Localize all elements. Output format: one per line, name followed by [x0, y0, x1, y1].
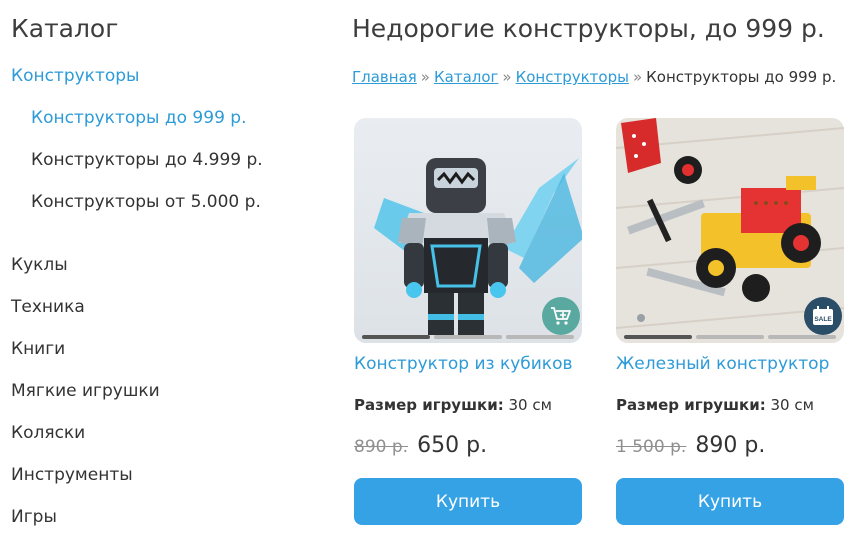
main-content: Недорогие конструкторы, до 999 р. Главна… [352, 0, 852, 534]
sidebar-item-constructors-from-5000[interactable]: Конструкторы от 5.000 р. [31, 192, 261, 212]
breadcrumb-catalog[interactable]: Каталог [434, 68, 498, 86]
sidebar-item-games[interactable]: Игры [11, 507, 57, 527]
product-name[interactable]: Конструктор из кубиков [354, 354, 573, 374]
breadcrumb-home[interactable]: Главная [352, 68, 417, 86]
sidebar-item-vehicles[interactable]: Техника [11, 297, 85, 317]
product-card: Конструктор из кубиков Размер игрушки: 3… [354, 118, 582, 525]
sidebar-item-strollers[interactable]: Коляски [11, 423, 85, 443]
sidebar-item-constructors[interactable]: Конструкторы [11, 66, 139, 86]
sidebar-title: Каталог [11, 14, 119, 43]
old-price: 890 р. [354, 437, 409, 457]
sale-icon[interactable]: SALE [804, 297, 842, 335]
breadcrumb-current: Конструкторы до 999 р. [646, 68, 837, 86]
product-size-value: 30 см [508, 396, 552, 414]
old-price: 1 500 р. [616, 437, 687, 457]
product-price: 1 500 р. 890 р. [616, 433, 765, 458]
sidebar-item-books[interactable]: Книги [11, 339, 65, 359]
product-size-label: Размер игрушки: [616, 396, 766, 414]
breadcrumb-separator: » [420, 68, 430, 86]
sidebar-item-constructors-under-999[interactable]: Конструкторы до 999 р. [31, 108, 246, 128]
breadcrumb-constructors[interactable]: Конструкторы [516, 68, 629, 86]
sidebar-item-constructors-under-4999[interactable]: Конструкторы до 4.999 р. [31, 150, 263, 170]
page-title: Недорогие конструкторы, до 999 р. [352, 14, 825, 43]
sale-badge-text: SALE [814, 316, 832, 323]
product-image[interactable] [354, 118, 582, 343]
sidebar-item-soft-toys[interactable]: Мягкие игрушки [11, 381, 160, 401]
product-price: 890 р. 650 р. [354, 433, 487, 458]
sidebar-item-tools[interactable]: Инструменты [11, 465, 133, 485]
buy-button[interactable]: Купить [354, 478, 582, 525]
product-card: SALE Железный конструктор Размер игрушки… [616, 118, 844, 525]
breadcrumb-separator: » [502, 68, 512, 86]
product-size-label: Размер игрушки: [354, 396, 504, 414]
add-to-cart-icon[interactable] [542, 297, 580, 335]
new-price: 650 р. [417, 433, 488, 458]
product-image[interactable]: SALE [616, 118, 844, 343]
sidebar-item-dolls[interactable]: Куклы [11, 255, 68, 275]
product-name[interactable]: Железный конструктор [616, 354, 829, 374]
product-size-value: 30 см [770, 396, 814, 414]
image-slider-dots[interactable] [624, 335, 836, 339]
product-size: Размер игрушки: 30 см [616, 396, 814, 414]
new-price: 890 р. [695, 433, 766, 458]
buy-button[interactable]: Купить [616, 478, 844, 525]
breadcrumb-separator: » [632, 68, 643, 86]
product-size: Размер игрушки: 30 см [354, 396, 552, 414]
breadcrumb: Главная» Каталог» Конструкторы» Конструктор… [352, 68, 836, 86]
image-slider-dots[interactable] [362, 335, 574, 339]
